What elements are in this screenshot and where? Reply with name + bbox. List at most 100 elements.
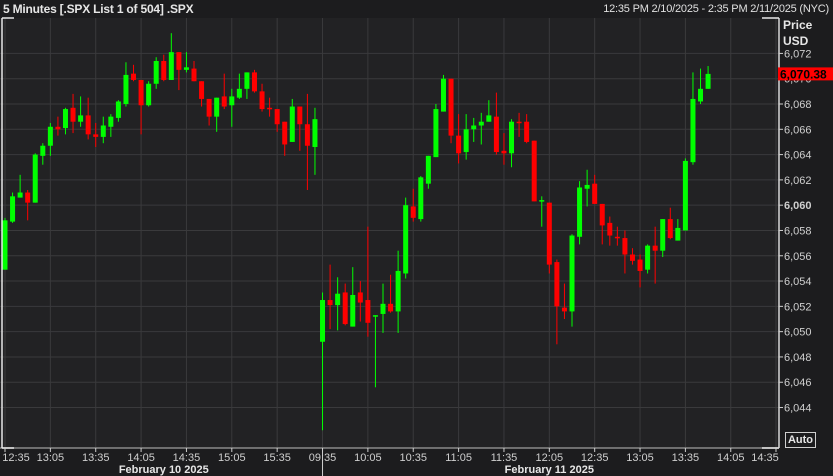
x-axis[interactable]: 12:35 13:05 13:35 14:05 14:35 15:05 15:35 09:35… [2,448,779,476]
candle-body [448,78,454,136]
auto-scale-button[interactable]: Auto [785,432,816,448]
candle-body [433,109,439,158]
candle-body [93,134,99,137]
candle-body [456,135,462,154]
candle-body [282,121,288,145]
candle-body [229,96,235,106]
candle-body [705,73,711,89]
candle-body [667,219,673,239]
candle-up [433,104,439,158]
candle-body [327,300,333,306]
x-tick-label: 12:05 [536,452,564,464]
candlestick-chart[interactable]: 6,044 6,046 6,048 6,050 6,052 6,054 6,056 6,058… [0,0,833,476]
x-tick-label: 10:35 [399,452,427,464]
date-label: February 10 2025 [119,464,209,476]
y-tick-label: 6,062 [784,175,812,187]
candle-up [146,81,152,107]
price-axis-title: Price [783,18,813,32]
candle-body [660,219,666,251]
y-axis[interactable]: 6,044 6,046 6,048 6,050 6,052 6,054 6,056 6,058… [779,48,812,415]
y-tick-label: 6,068 [784,99,812,111]
x-tick-label: 14:35 [751,452,779,464]
candle-up [418,176,424,222]
candle-body [372,315,378,317]
candle-body [259,91,265,110]
candle-body [380,303,386,314]
candle-body [115,101,121,118]
candle-body [607,222,613,236]
candle-body [440,78,446,112]
candle-up [645,244,651,274]
y-tick-label: 6,054 [784,276,812,288]
candle-body [365,300,371,323]
candle-body [486,115,492,122]
candle-body [25,192,31,203]
candle-body [682,160,688,231]
candle-body [335,293,341,306]
candle-body [698,88,704,102]
candle-body [675,227,681,241]
candle-up [440,74,446,112]
y-tick-label: 6,058 [784,225,812,237]
candle-body [168,52,174,80]
candle-body [78,115,84,122]
candle-body [100,125,106,137]
candle-up [2,217,8,270]
candle-body [236,88,242,98]
candle-body [312,119,318,147]
candle-body [569,235,575,312]
candle-body [599,203,605,226]
candle-down [448,78,454,144]
y-tick-label: 6,044 [784,403,812,415]
x-tick-label: 15:05 [218,452,246,464]
candle-body [47,126,53,146]
x-tick-label: 13:35 [82,452,110,464]
candle-body [629,254,635,261]
candle-body [161,61,167,80]
candle-body [493,116,499,153]
candle-body [55,126,61,130]
candle-body [509,121,515,154]
x-tick-label: 13:05 [626,452,654,464]
candle-body [403,205,409,274]
x-tick-label: 12:35 [581,452,609,464]
candle-up [682,158,688,231]
candle-body [191,68,197,82]
candle-body [410,206,416,218]
x-tick-label: 11:05 [445,452,472,464]
candle-down [251,69,257,93]
candle-body [320,300,326,342]
candle-body [221,96,227,107]
y-tick-label: 6,064 [784,150,812,162]
candle-body [425,155,431,184]
candle-body [183,67,189,70]
candle-body [176,52,182,70]
candle-body [516,121,522,124]
x-tick-label: 13:05 [37,452,65,464]
candle-body [539,200,545,202]
candle-body [146,83,152,106]
candle-body [584,184,590,189]
currency-axis-title: USD [783,34,809,48]
x-tick-label: 10:05 [354,452,382,464]
candle-body [199,81,205,99]
candle-body [577,187,583,237]
candle-body [645,245,651,270]
last-price-label: 6,070.38 [780,67,827,81]
candle-body [463,129,469,153]
candle-body [652,245,658,251]
y-tick-label: 6,048 [784,352,812,364]
x-tick-label: 11:35 [491,452,518,464]
candle-body [622,238,628,255]
candle-body [614,236,620,239]
y-tick-label: 6,066 [784,124,812,136]
candle-down [531,140,537,202]
candle-body [304,124,310,146]
candle-body [40,145,46,156]
candle-up [10,192,16,223]
candle-body [395,270,401,312]
x-tick-label: 14:35 [173,452,201,464]
candle-body [244,72,250,89]
candle-body [342,292,348,325]
candle-body [123,74,129,104]
